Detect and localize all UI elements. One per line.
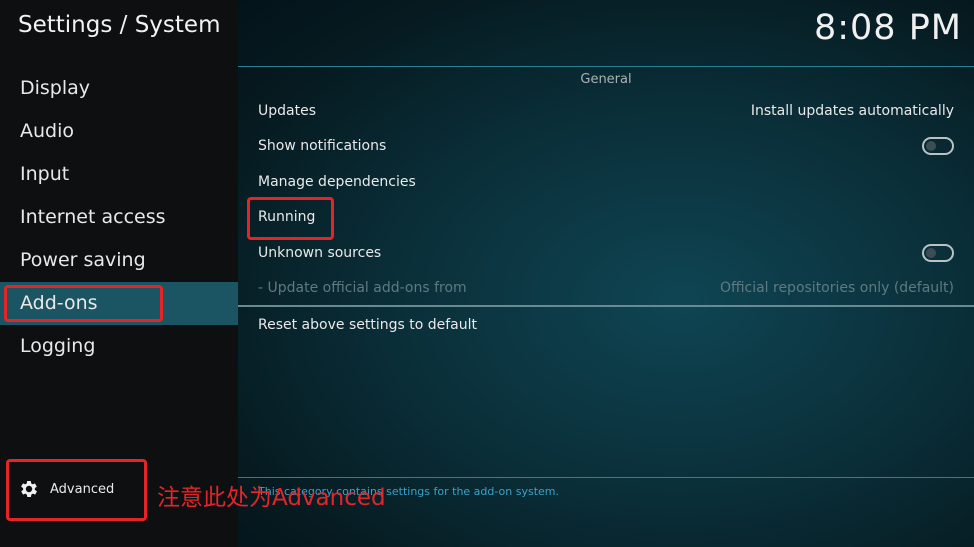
setting-label: Manage dependencies [258,173,416,190]
setting-value: Official repositories only (default) [719,279,954,296]
top-divider [238,66,974,67]
setting-unknown-sources[interactable]: Unknown sources [258,235,954,270]
setting-running[interactable]: Running [258,199,954,234]
setting-show-notifications[interactable]: Show notifications [258,128,954,163]
setting-label: Show notifications [258,137,387,154]
setting-label: - Update official add-ons from [258,279,467,296]
sidebar-nav: Display Audio Input Internet access Powe… [0,67,238,368]
clock: 8:08 PM [813,8,962,48]
sidebar-item-internet-access[interactable]: Internet access [0,196,238,239]
setting-label: Unknown sources [258,244,382,261]
reset-settings-button[interactable]: Reset above settings to default [258,307,954,342]
section-title: General [580,72,632,87]
sidebar-item-power-saving[interactable]: Power saving [0,239,238,282]
setting-label: Reset above settings to default [258,316,477,333]
setting-label: Updates [258,102,316,119]
highlight-add-ons [4,285,163,322]
notifications-toggle[interactable] [922,136,954,155]
sidebar-item-input[interactable]: Input [0,153,238,196]
settings-panel: 8:08 PM General Updates Install updates … [238,0,974,547]
setting-updates[interactable]: Updates Install updates automatically [258,93,954,128]
page-title: Settings / System [18,12,221,38]
sidebar-item-audio[interactable]: Audio [0,110,238,153]
sidebar-item-display[interactable]: Display [0,67,238,110]
setting-manage-dependencies[interactable]: Manage dependencies [258,164,954,199]
setting-value: Install updates automatically [750,102,954,119]
highlight-running [247,197,334,240]
annotation-note: 注意此处为Advanced [157,485,386,511]
sidebar-item-logging[interactable]: Logging [0,325,238,368]
unknown-sources-toggle[interactable] [922,243,954,262]
highlight-advanced [6,459,147,521]
setting-update-official-addons: - Update official add-ons from Official … [258,270,954,305]
